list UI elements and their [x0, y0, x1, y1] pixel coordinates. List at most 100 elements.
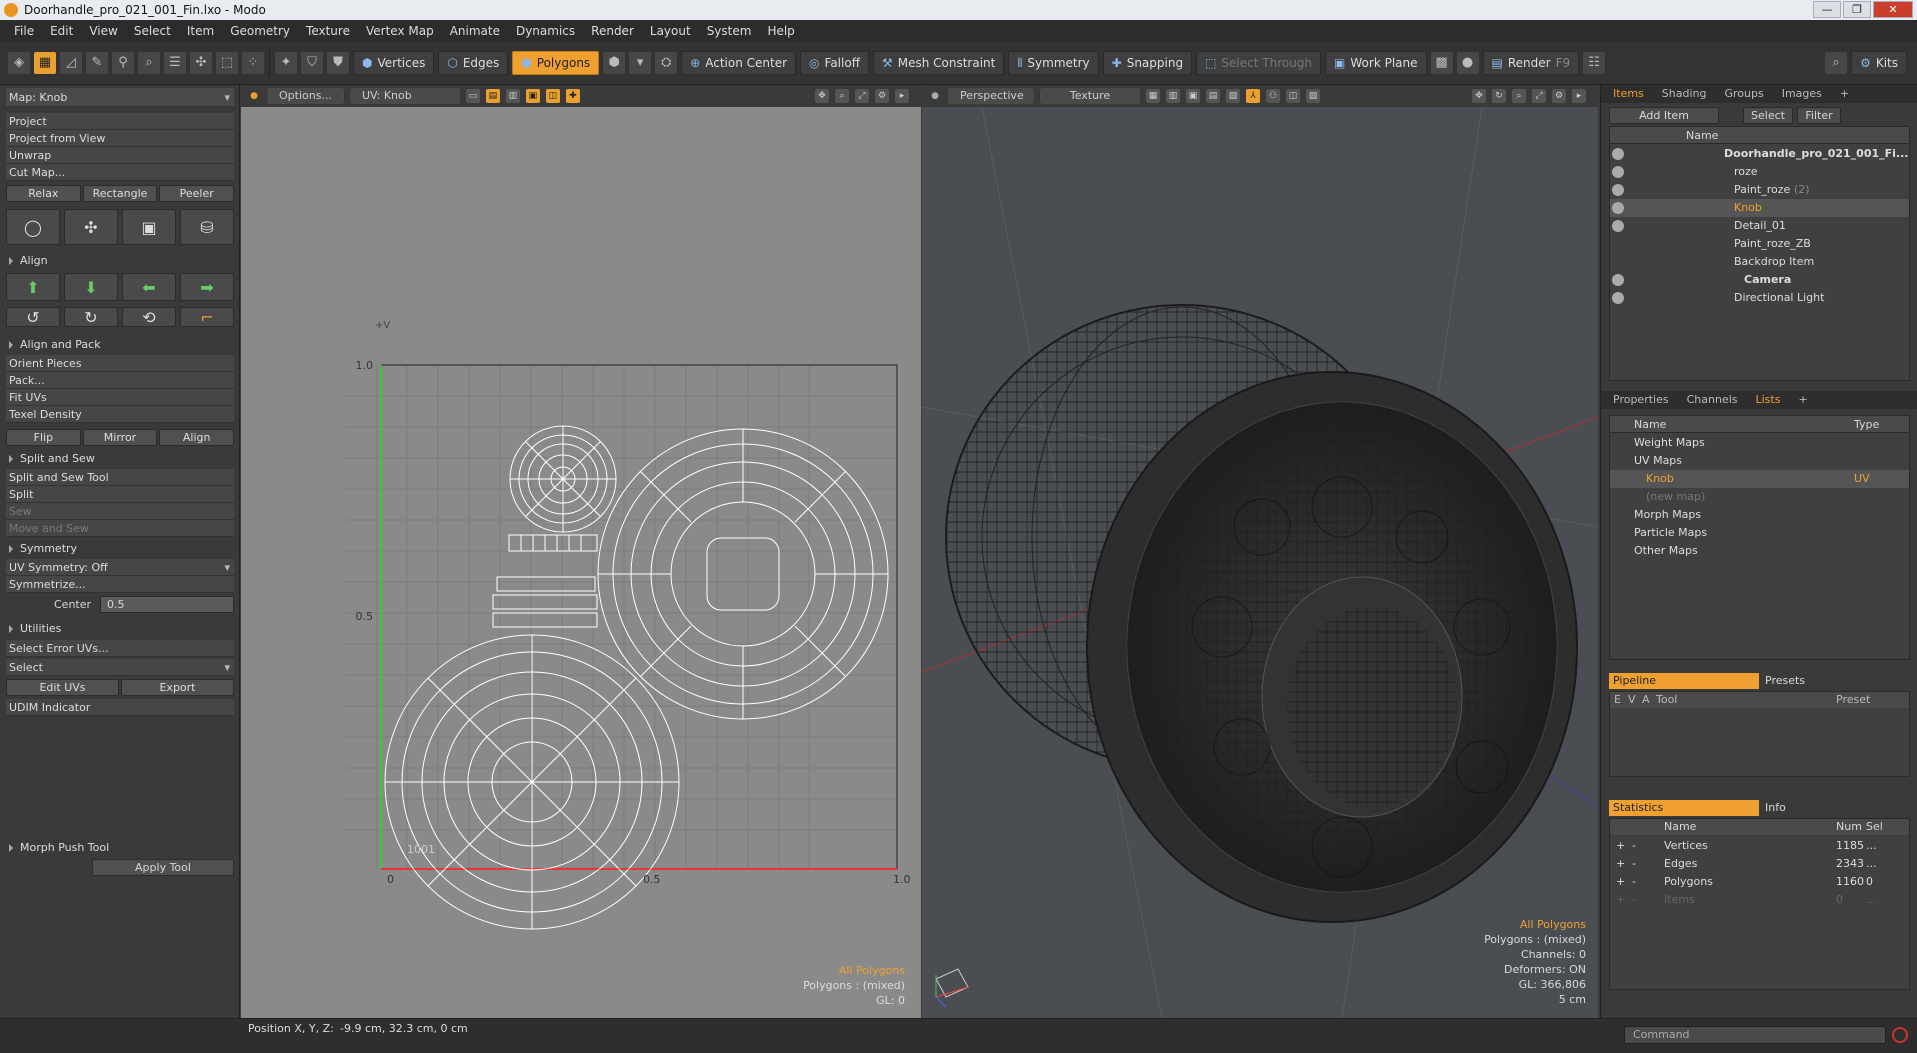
- edit-uvs-dropdown[interactable]: Edit UVs: [6, 679, 119, 696]
- grid-icon[interactable]: ✣: [190, 52, 212, 74]
- menu-texture[interactable]: Texture: [298, 24, 358, 38]
- add-tab-icon[interactable]: +: [1832, 85, 1857, 103]
- split-sew-tool-button[interactable]: Split and Sew Tool: [6, 469, 234, 486]
- settings-view-icon[interactable]: ⚙: [875, 89, 889, 103]
- split-button[interactable]: Split: [6, 486, 234, 503]
- viewport-dot-icon-3d[interactable]: ●: [928, 89, 942, 103]
- select-icon-3d[interactable]: ▣: [1186, 89, 1200, 103]
- uv-view-icon-2[interactable]: ▤: [485, 89, 500, 103]
- straighten-icon[interactable]: ⌐: [180, 307, 234, 327]
- item-row-paint-roze-zb[interactable]: Paint_roze_ZB: [1610, 235, 1909, 253]
- move-sew-button[interactable]: Move and Sew: [6, 520, 234, 537]
- item-row-scene[interactable]: Doorhandle_pro_021_001_Fi...: [1610, 145, 1909, 163]
- frame-icon[interactable]: ⬚: [216, 52, 238, 74]
- polygons-button[interactable]: ⬣ Polygons: [512, 51, 600, 75]
- vertices-button[interactable]: ⬢ Vertices: [353, 51, 435, 75]
- menu-animate[interactable]: Animate: [442, 24, 508, 38]
- eye-icon[interactable]: [1612, 220, 1624, 232]
- uv-symmetry-dropdown[interactable]: UV Symmetry: Off: [6, 559, 234, 576]
- render-button[interactable]: ▤ Render F9: [1482, 51, 1580, 75]
- select-button[interactable]: Select: [1743, 106, 1793, 124]
- uv-view-icon-3[interactable]: ▥: [505, 89, 520, 103]
- uv-select-icon[interactable]: ◯: [6, 209, 60, 245]
- tab-statistics[interactable]: Statistics: [1609, 800, 1759, 816]
- cam-icon-3d[interactable]: ◫: [1286, 89, 1300, 103]
- uv-grid-icon[interactable]: ▦: [34, 52, 56, 74]
- grid-icon-3d[interactable]: ▦: [1146, 89, 1160, 103]
- item-row-knob[interactable]: Knob: [1610, 199, 1909, 217]
- mesh-constraint-button[interactable]: ⚒ Mesh Constraint: [872, 51, 1005, 75]
- menu-layout[interactable]: Layout: [642, 24, 699, 38]
- menu-select[interactable]: Select: [126, 24, 179, 38]
- menu-dynamics[interactable]: Dynamics: [508, 24, 583, 38]
- uv-view-icon-4[interactable]: ▣: [525, 89, 540, 103]
- orient-pieces-button[interactable]: Orient Pieces: [6, 355, 234, 372]
- action-center-button[interactable]: ⊕ Action Center: [681, 51, 797, 75]
- expand-view-icon[interactable]: ▸: [895, 89, 909, 103]
- cylinder-icon[interactable]: ⛁: [180, 209, 234, 245]
- select-dropdown[interactable]: Select: [6, 659, 234, 676]
- eye-icon[interactable]: [1612, 184, 1624, 196]
- render-sphere-icon[interactable]: ●: [1456, 52, 1479, 74]
- weight-maps-row[interactable]: Weight Maps: [1610, 434, 1909, 452]
- item-row-paint-roze[interactable]: Paint_roze (2): [1610, 181, 1909, 199]
- rectangle-button[interactable]: Rectangle: [82, 185, 158, 202]
- eye-icon[interactable]: [1612, 148, 1624, 160]
- texture-tab[interactable]: Texture: [1040, 88, 1140, 104]
- dots-icon[interactable]: ⁘: [242, 52, 264, 74]
- other-maps-row[interactable]: Other Maps: [1610, 542, 1909, 560]
- uv-map-tab[interactable]: UV: Knob: [349, 88, 460, 104]
- sculpt-icon[interactable]: ◿: [60, 52, 82, 74]
- export-dropdown[interactable]: Export: [121, 679, 234, 696]
- zoom-view-icon-3d[interactable]: ⌕: [1512, 89, 1526, 103]
- menu-vertex-map[interactable]: Vertex Map: [358, 24, 442, 38]
- work-plane-button[interactable]: ▣ Work Plane: [1325, 51, 1427, 75]
- move-view-icon-3d[interactable]: ✥: [1472, 89, 1486, 103]
- mirror-dropdown[interactable]: Mirror: [82, 429, 158, 446]
- stat-row-polygons[interactable]: + - Polygons 1160 0: [1610, 873, 1911, 891]
- tab-pipeline[interactable]: Pipeline: [1609, 673, 1759, 689]
- close-button[interactable]: ✕: [1873, 1, 1913, 18]
- symmetry-header[interactable]: Symmetry: [6, 541, 234, 557]
- kits-button[interactable]: ⚙ Kits: [1851, 51, 1907, 75]
- cube-icon[interactable]: ▣: [122, 209, 176, 245]
- new-map-row[interactable]: (new map): [1610, 488, 1909, 506]
- viewport-dot-icon[interactable]: ●: [247, 89, 261, 103]
- layout-icon[interactable]: ☰: [164, 52, 186, 74]
- more-icon-3d[interactable]: ▨: [1306, 89, 1320, 103]
- tab-presets[interactable]: Presets: [1759, 673, 1805, 689]
- paint-icon[interactable]: ✎: [86, 52, 108, 74]
- uv-maps-row[interactable]: UV Maps: [1610, 452, 1909, 470]
- apply-tool-button[interactable]: Apply Tool: [92, 859, 234, 876]
- layer-icon-3d[interactable]: ▧: [1226, 89, 1240, 103]
- tab-items[interactable]: Items: [1605, 85, 1652, 103]
- minimize-button[interactable]: —: [1813, 1, 1841, 18]
- center-field[interactable]: 0.5: [100, 596, 234, 613]
- align-right-icon[interactable]: ➡: [180, 273, 234, 301]
- rotate-cw-icon[interactable]: ↻: [64, 307, 118, 327]
- perspective-canvas[interactable]: [922, 107, 1598, 1018]
- preview-icon[interactable]: ▩: [1430, 52, 1453, 74]
- uv-view-icon-6[interactable]: ✚: [565, 89, 580, 103]
- tab-lists[interactable]: Lists: [1748, 391, 1789, 409]
- cut-map-button[interactable]: Cut Map...: [6, 164, 234, 181]
- rotate-view-icon-3d[interactable]: ↻: [1492, 89, 1506, 103]
- chevron-down-icon[interactable]: ▾: [629, 52, 652, 74]
- split-sew-header[interactable]: Split and Sew: [6, 451, 234, 467]
- project-from-view-button[interactable]: Project from View: [6, 130, 234, 147]
- active-tool-icon-3d[interactable]: ⅄: [1246, 89, 1260, 103]
- perspective-tab[interactable]: Perspective: [948, 88, 1034, 104]
- particle-maps-row[interactable]: Particle Maps: [1610, 524, 1909, 542]
- item-row-backdrop[interactable]: Backdrop Item: [1610, 253, 1909, 271]
- maximize-view-icon-3d[interactable]: ⤢: [1532, 89, 1546, 103]
- item-row-roze[interactable]: roze: [1610, 163, 1909, 181]
- texel-density-button[interactable]: Texel Density: [6, 406, 234, 423]
- align-dropdown[interactable]: Align: [159, 429, 235, 446]
- menu-edit[interactable]: Edit: [42, 24, 81, 38]
- menu-view[interactable]: View: [81, 24, 125, 38]
- filter-button[interactable]: Filter: [1797, 106, 1841, 124]
- peeler-button[interactable]: Peeler: [159, 185, 235, 202]
- symmetry-button[interactable]: ⫴ Symmetry: [1008, 51, 1099, 75]
- align-header[interactable]: Align: [6, 253, 234, 269]
- snapping-button[interactable]: ✚ Snapping: [1102, 51, 1193, 75]
